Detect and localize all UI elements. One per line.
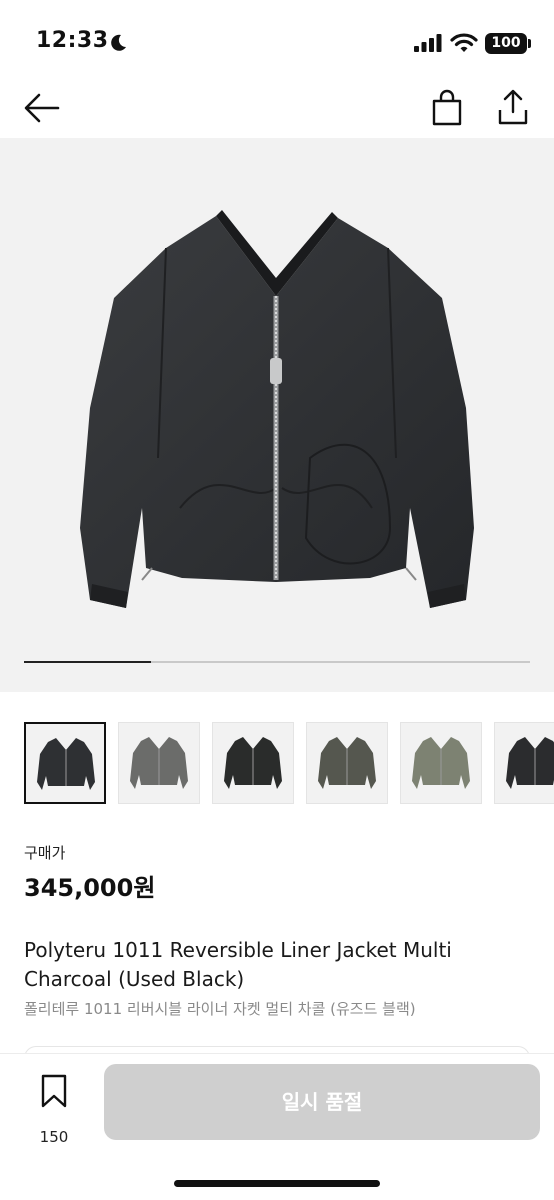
status-time: 12:33 (36, 28, 109, 53)
bookmark-count: 150 (39, 1128, 69, 1146)
thumbnail-jacket-image (37, 738, 95, 790)
share-icon[interactable] (494, 88, 532, 128)
arrow-left-icon[interactable] (22, 90, 62, 126)
thumbnail-black[interactable] (212, 722, 294, 804)
thumbnail-olive[interactable] (400, 722, 482, 804)
product-title-korean: 폴리테루 1011 리버시블 라이너 자켓 멀티 차콜 (유즈드 블랙) (24, 1000, 416, 1018)
signal-icon (414, 34, 442, 52)
thumbnail-jacket-image (412, 737, 470, 789)
thumbnail-jacket-image (506, 737, 554, 789)
battery-indicator: 100 (485, 33, 527, 54)
shopping-bag-icon[interactable] (428, 88, 466, 128)
thumbnail-charcoal[interactable] (306, 722, 388, 804)
wifi-icon (450, 33, 478, 52)
status-bar: 12:33 100 (0, 0, 554, 88)
thumbnail-grey[interactable] (118, 722, 200, 804)
thumbnail-jacket-image (130, 737, 188, 789)
thumbnail-strip (24, 722, 554, 806)
thumbnail-jacket-image (318, 737, 376, 789)
battery-tip (528, 39, 531, 48)
gallery-progress-track (24, 661, 530, 663)
thumbnail-black[interactable] (494, 722, 554, 804)
sold-out-button[interactable]: 일시 품절 (104, 1064, 540, 1140)
price-value: 345,000원 (24, 874, 156, 902)
home-indicator (174, 1180, 380, 1187)
thumbnail-jacket-image (224, 737, 282, 789)
nav-bar (0, 88, 554, 138)
moon-icon (111, 34, 126, 51)
gallery-progress-fill (24, 661, 151, 663)
battery-level: 100 (491, 35, 521, 51)
price-label: 구매가 (24, 844, 66, 862)
product-image-gallery[interactable] (0, 138, 554, 692)
product-image (80, 210, 474, 608)
product-title: Polyteru 1011 Reversible Liner Jacket Mu… (24, 938, 452, 991)
bookmark-icon (41, 1074, 67, 1108)
bottom-action-bar: 150 일시 품절 (0, 1054, 554, 1200)
bookmark-button[interactable]: 150 (30, 1074, 78, 1146)
thumbnail-black[interactable] (24, 722, 106, 804)
